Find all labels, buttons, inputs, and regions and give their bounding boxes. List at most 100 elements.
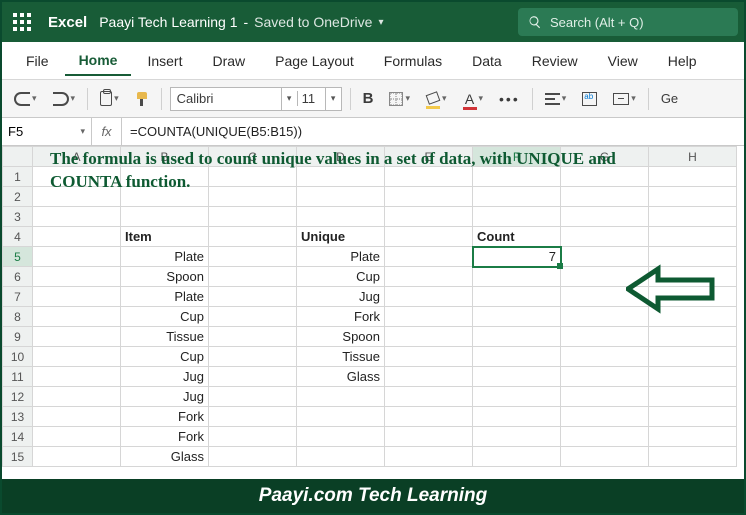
brush-icon (135, 92, 149, 106)
header-count[interactable]: Count (473, 227, 561, 247)
merge-button[interactable]: ▾ (609, 91, 640, 107)
separator (532, 88, 533, 110)
row-header[interactable]: 1 (3, 167, 33, 187)
app-name: Excel (48, 14, 87, 31)
redo-icon (53, 92, 69, 106)
row-header[interactable]: 5 (3, 247, 33, 267)
header-item[interactable]: Item (121, 227, 209, 247)
cell[interactable]: Fork (121, 407, 209, 427)
tab-draw[interactable]: Draw (198, 47, 259, 75)
tab-page-layout[interactable]: Page Layout (261, 47, 368, 75)
col-header[interactable]: F (473, 147, 561, 167)
fx-button[interactable]: fx (92, 118, 122, 145)
wrap-text-icon: ab (582, 92, 597, 106)
document-title[interactable]: Paayi Tech Learning 1 - Saved to OneDriv… (99, 14, 383, 30)
row-header[interactable]: 3 (3, 207, 33, 227)
cell[interactable]: Glass (297, 367, 385, 387)
chevron-down-icon: ▾ (479, 93, 484, 104)
row-header[interactable]: 14 (3, 427, 33, 447)
row-header[interactable]: 13 (3, 407, 33, 427)
cell[interactable]: Fork (121, 427, 209, 447)
cell[interactable]: Plate (121, 287, 209, 307)
tab-formulas[interactable]: Formulas (370, 47, 456, 75)
cell[interactable]: Tissue (121, 327, 209, 347)
align-icon (545, 93, 560, 105)
cell[interactable]: Cup (121, 347, 209, 367)
fill-color-button[interactable]: ▾ (422, 90, 451, 108)
cell[interactable]: Fork (297, 307, 385, 327)
undo-button[interactable]: ▾ (10, 90, 41, 108)
cell[interactable]: Jug (121, 387, 209, 407)
header-unique[interactable]: Unique (297, 227, 385, 247)
tab-view[interactable]: View (594, 47, 652, 75)
cell[interactable]: Jug (121, 367, 209, 387)
borders-icon (389, 92, 403, 106)
tab-file[interactable]: File (12, 47, 63, 75)
cell[interactable]: Cup (297, 267, 385, 287)
row-header[interactable]: 11 (3, 367, 33, 387)
font-color-button[interactable]: A▾ (459, 89, 488, 109)
separator (648, 88, 649, 110)
cell-reference: F5 (8, 124, 23, 139)
menu-bar: File Home Insert Draw Page Layout Formul… (2, 42, 744, 80)
row-header[interactable]: 7 (3, 287, 33, 307)
wrap-text-button[interactable]: ab (578, 90, 601, 108)
row-header[interactable]: 4 (3, 227, 33, 247)
redo-button[interactable]: ▾ (49, 90, 80, 108)
row-header[interactable]: 10 (3, 347, 33, 367)
cell[interactable]: Tissue (297, 347, 385, 367)
cell[interactable]: Spoon (121, 267, 209, 287)
font-selector[interactable]: Calibri ▾ 11 ▾ (170, 87, 342, 111)
borders-button[interactable]: ▾ (385, 90, 414, 108)
format-painter-button[interactable] (131, 90, 153, 108)
col-header[interactable]: G (561, 147, 649, 167)
col-header[interactable]: E (385, 147, 473, 167)
col-header[interactable]: C (209, 147, 297, 167)
cell[interactable]: Plate (297, 247, 385, 267)
cell[interactable]: Spoon (297, 327, 385, 347)
undo-icon (14, 92, 30, 106)
tab-data[interactable]: Data (458, 47, 516, 75)
tab-review[interactable]: Review (518, 47, 592, 75)
row-header[interactable]: 8 (3, 307, 33, 327)
chevron-down-icon: ▾ (378, 17, 383, 28)
tab-insert[interactable]: Insert (133, 47, 196, 75)
number-format-button[interactable]: Ge (657, 89, 682, 108)
formula-input[interactable]: =COUNTA(UNIQUE(B5:B15)) (122, 118, 744, 145)
column-headers: A B C D E F G H (3, 147, 737, 167)
name-box[interactable]: F5 ▾ (2, 118, 92, 145)
more-font-button[interactable]: ••• (495, 93, 524, 105)
col-header[interactable]: B (121, 147, 209, 167)
col-header[interactable]: A (33, 147, 121, 167)
app-launcher-icon[interactable] (8, 8, 36, 36)
row-header[interactable]: 2 (3, 187, 33, 207)
grid[interactable]: A B C D E F G H 1 2 3 4 Item Unique Count 5… (2, 146, 737, 467)
font-size[interactable]: 11 (297, 91, 325, 106)
search-box[interactable]: Search (Alt + Q) (518, 8, 738, 36)
paste-button[interactable]: ▾ (96, 89, 123, 108)
col-header[interactable]: D (297, 147, 385, 167)
select-all-corner[interactable] (3, 147, 33, 167)
cell[interactable]: Jug (297, 287, 385, 307)
cell[interactable]: Cup (121, 307, 209, 327)
selected-cell[interactable]: 7 (473, 247, 561, 267)
row-header[interactable]: 15 (3, 447, 33, 467)
font-color-icon: A (463, 91, 477, 107)
align-button[interactable]: ▾ (541, 91, 571, 107)
worksheet: A B C D E F G H 1 2 3 4 Item Unique Count 5… (2, 146, 744, 467)
row-header[interactable]: 12 (3, 387, 33, 407)
separator (350, 88, 351, 110)
chevron-down-icon[interactable]: ▾ (281, 88, 297, 110)
chevron-down-icon[interactable]: ▾ (325, 88, 341, 110)
tab-home[interactable]: Home (65, 46, 132, 76)
cell[interactable]: Glass (121, 447, 209, 467)
bold-button[interactable]: B (359, 88, 378, 109)
chevron-down-icon: ▾ (562, 93, 567, 104)
row-header[interactable]: 9 (3, 327, 33, 347)
tab-help[interactable]: Help (654, 47, 711, 75)
col-header[interactable]: H (649, 147, 737, 167)
row-header[interactable]: 6 (3, 267, 33, 287)
chevron-down-icon: ▾ (442, 93, 447, 104)
cell[interactable]: Plate (121, 247, 209, 267)
chevron-down-icon: ▾ (71, 93, 76, 104)
